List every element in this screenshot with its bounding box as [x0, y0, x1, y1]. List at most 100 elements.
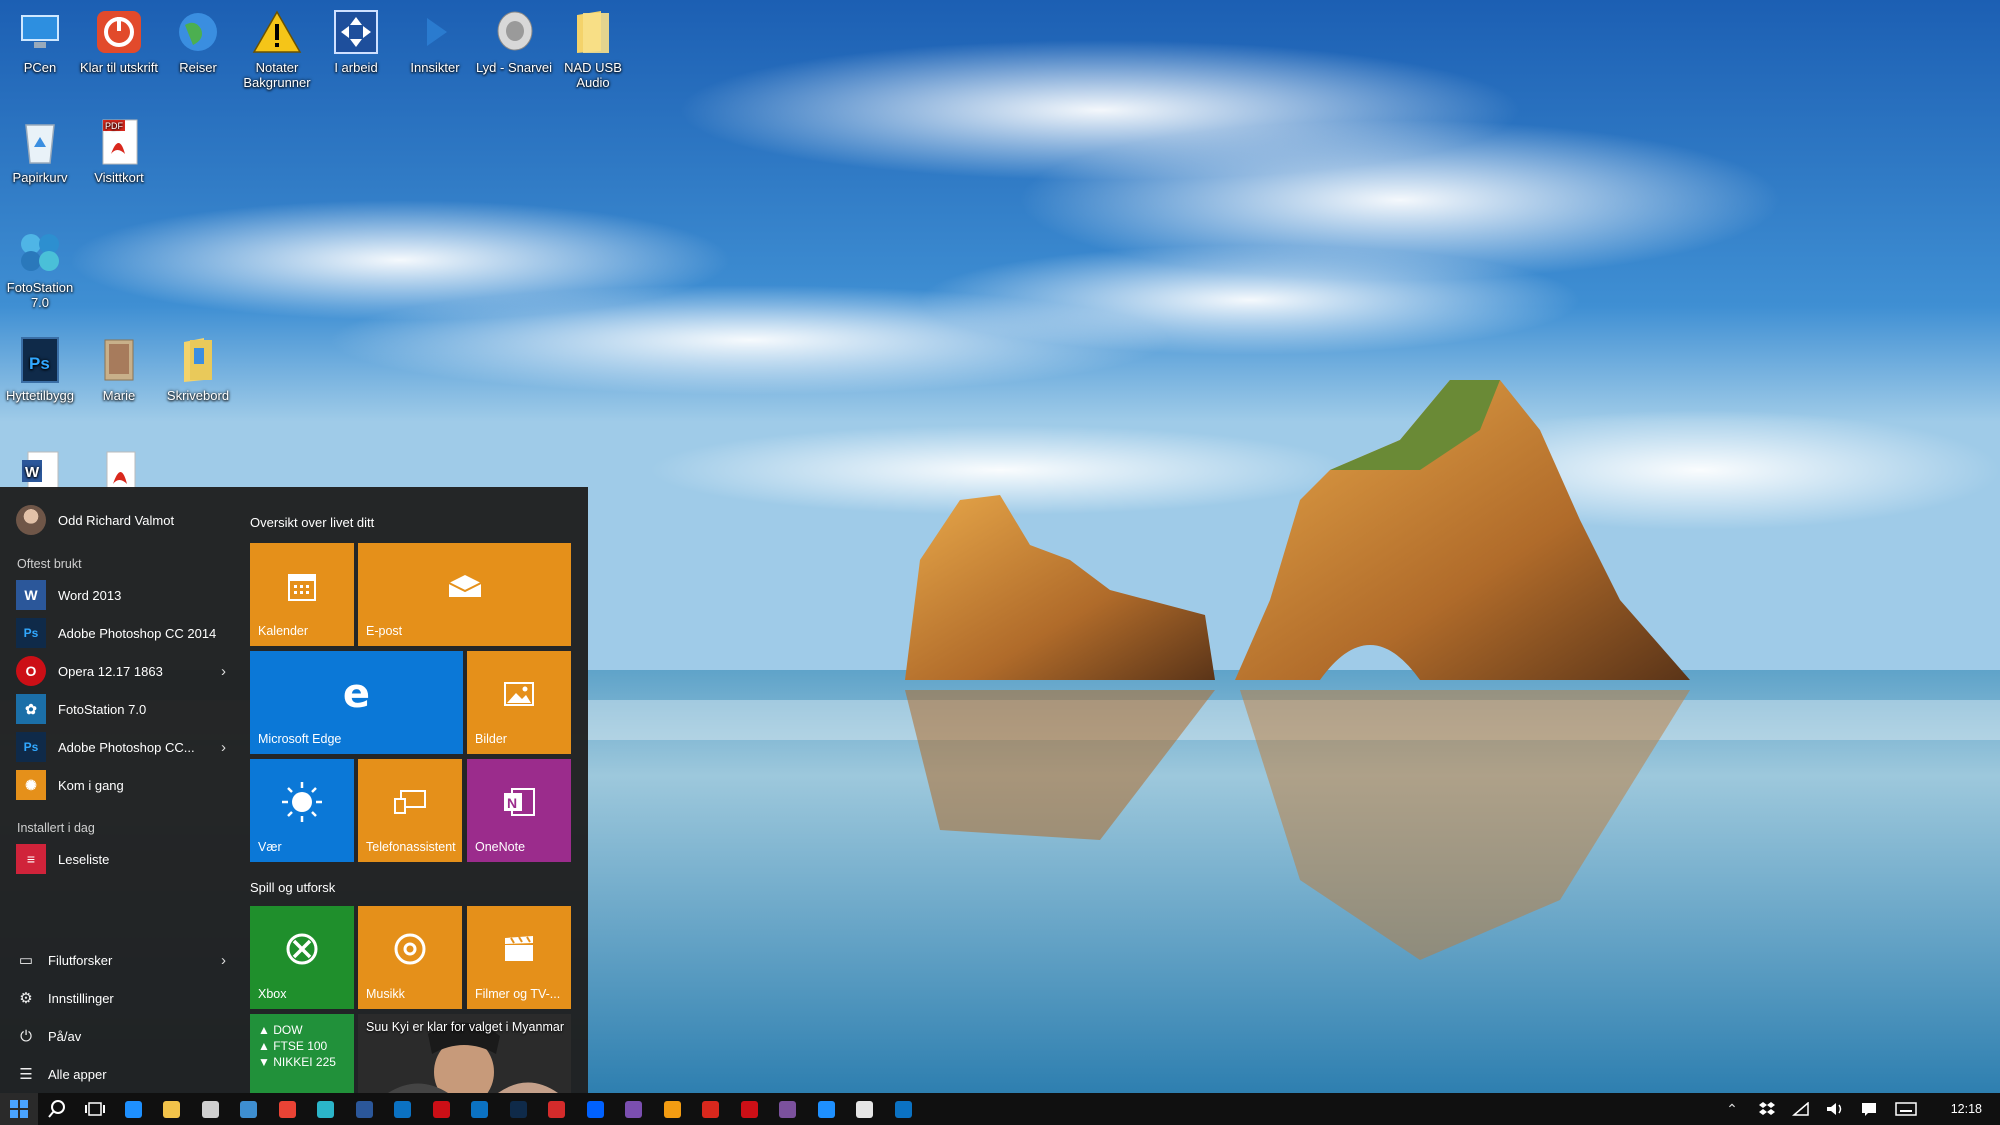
- pinned-app-button[interactable]: [230, 1093, 268, 1125]
- pinned-app-button[interactable]: [307, 1093, 345, 1125]
- tile-mail[interactable]: E-post: [358, 543, 571, 646]
- all-apps-button[interactable]: ☰ Alle apper: [16, 1059, 226, 1089]
- desktop-icon-marie[interactable]: Marie: [79, 336, 159, 403]
- desktop-icon-klar-til-utskrift[interactable]: Klar til utskrift: [79, 8, 159, 75]
- desktop-icon-nad-usb-audio[interactable]: NAD USB Audio: [553, 8, 633, 90]
- app-item-word[interactable]: W Word 2013: [16, 579, 226, 611]
- desktop-icon-notater-bakgrunner[interactable]: Notater Bakgrunner: [237, 8, 317, 90]
- desktop-icon-label: Innsikter: [410, 60, 460, 75]
- desktop-icon-papirkurv[interactable]: Papirkurv: [0, 118, 80, 185]
- desktop-icon-label: Papirkurv: [12, 170, 68, 185]
- pinned-app-button[interactable]: [769, 1093, 807, 1125]
- desktop-icon-fotostation[interactable]: FotoStation 7.0: [0, 228, 80, 310]
- file-explorer-icon: ▭: [18, 952, 34, 969]
- pinned-app-button[interactable]: [114, 1093, 152, 1125]
- app-icon: [355, 1100, 373, 1118]
- task-view-button[interactable]: [76, 1093, 114, 1125]
- pinned-app-button[interactable]: [345, 1093, 383, 1125]
- desktop-icon-skrivebord[interactable]: Skrivebord: [158, 336, 238, 403]
- tile-money[interactable]: ▲ DOW ▲ FTSE 100 ▼ NIKKEI 225: [250, 1014, 354, 1093]
- tile-label: Musikk: [366, 987, 405, 1001]
- installed-today-heading: Installert i dag: [17, 821, 95, 835]
- pinned-app-button[interactable]: [384, 1093, 422, 1125]
- stock-ticker: ▲ FTSE 100: [258, 1039, 328, 1053]
- desktop-icon-pcen[interactable]: PCen: [0, 8, 80, 75]
- chevron-right-icon[interactable]: ›: [221, 663, 226, 680]
- user-account[interactable]: Odd Richard Valmot: [16, 505, 174, 535]
- app-icon: [240, 1100, 257, 1118]
- app-label: Leseliste: [58, 851, 110, 867]
- settings-icon: ⚙: [19, 990, 33, 1007]
- tile-music[interactable]: Musikk: [358, 906, 462, 1009]
- clock[interactable]: 12:18: [1951, 1093, 1982, 1125]
- tile-label: Kalender: [258, 624, 309, 638]
- app-icon: [817, 1100, 835, 1118]
- desktop-icon-lyd-snarvei[interactable]: Lyd - Snarvei: [474, 8, 554, 75]
- app-icon: [548, 1100, 565, 1118]
- action-center-icon[interactable]: [1852, 1093, 1886, 1125]
- tile-onenote[interactable]: N OneNote: [467, 759, 571, 862]
- app-icon: [779, 1100, 796, 1118]
- desktop-icon-i-arbeid[interactable]: I arbeid: [316, 8, 396, 75]
- tile-phone-companion[interactable]: Telefonassistent: [358, 759, 462, 862]
- pinned-app-button[interactable]: [268, 1093, 306, 1125]
- pinned-app-button[interactable]: [730, 1093, 768, 1125]
- tile-photos[interactable]: Bilder: [467, 651, 571, 754]
- app-item-photoshop-cc[interactable]: Ps Adobe Photoshop CC... ›: [16, 731, 226, 763]
- chevron-right-icon[interactable]: ›: [221, 739, 226, 756]
- desktop-icon-hyttetilbygg[interactable]: Ps Hyttetilbygg: [0, 336, 80, 403]
- pinned-app-button[interactable]: [653, 1093, 691, 1125]
- app-item-photoshop[interactable]: Ps Adobe Photoshop CC 2014: [16, 617, 226, 649]
- pinned-app-button[interactable]: [846, 1093, 884, 1125]
- pinned-app-button[interactable]: [461, 1093, 499, 1125]
- tile-label: Filmer og TV-...: [475, 987, 561, 1001]
- tile-microsoft-edge[interactable]: e Microsoft Edge: [250, 651, 463, 754]
- settings-button[interactable]: ⚙ Innstillinger: [16, 983, 226, 1013]
- pinned-app-button[interactable]: [576, 1093, 614, 1125]
- pinned-app-button[interactable]: [499, 1093, 537, 1125]
- pinned-app-button[interactable]: [538, 1093, 576, 1125]
- app-item-kom-i-gang[interactable]: ✺ Kom i gang: [16, 769, 226, 801]
- tile-movies-tv[interactable]: Filmer og TV-...: [467, 906, 571, 1009]
- tile-weather[interactable]: Vær: [250, 759, 354, 862]
- pinned-app-button[interactable]: [692, 1093, 730, 1125]
- avatar: [16, 505, 46, 535]
- dropbox-tray-icon[interactable]: [1750, 1093, 1784, 1125]
- network-icon[interactable]: [1784, 1093, 1818, 1125]
- recycle-bin-icon: [14, 118, 66, 166]
- pinned-app-button[interactable]: [884, 1093, 922, 1125]
- pinned-app-button[interactable]: [615, 1093, 653, 1125]
- lightbulb-icon: ✺: [16, 770, 46, 800]
- volume-icon[interactable]: [1818, 1093, 1852, 1125]
- tile-label: Bilder: [475, 732, 507, 746]
- system-label: På/av: [48, 1028, 82, 1044]
- tile-news[interactable]: Suu Kyi er klar for valget i Myanmar: [358, 1014, 571, 1093]
- app-item-fotostation[interactable]: ✿ FotoStation 7.0: [16, 693, 226, 725]
- pinned-app-button[interactable]: [153, 1093, 191, 1125]
- start-button[interactable]: [0, 1093, 38, 1125]
- power-button[interactable]: ⏻ På/av: [16, 1021, 226, 1051]
- pinned-app-button[interactable]: [807, 1093, 845, 1125]
- app-icon: [278, 1100, 296, 1118]
- taskbar: ⌃ 12:18: [0, 1093, 2000, 1125]
- desktop-icon-label: NAD USB Audio: [564, 60, 622, 90]
- keyboard-icon[interactable]: [1886, 1093, 1926, 1125]
- app-item-leseliste[interactable]: ≡ Leseliste: [16, 843, 226, 875]
- desktop-icon-reiser[interactable]: Reiser: [158, 8, 238, 75]
- app-item-opera[interactable]: O Opera 12.17 1863 ›: [16, 655, 226, 687]
- search-button[interactable]: [38, 1093, 76, 1125]
- tile-xbox[interactable]: Xbox: [250, 906, 354, 1009]
- pinned-app-button[interactable]: [422, 1093, 460, 1125]
- desktop-icon-visittkort[interactable]: PDF Visittkort: [79, 118, 159, 185]
- pinned-app-button[interactable]: [191, 1093, 229, 1125]
- file-explorer-button[interactable]: ▭ Filutforsker ›: [16, 945, 226, 975]
- desktop-icon-innsikter[interactable]: Innsikter: [395, 8, 475, 75]
- tile-group-title: Oversikt over livet ditt: [250, 515, 375, 530]
- mail-icon: [358, 543, 571, 628]
- chevron-right-icon[interactable]: ›: [221, 952, 226, 969]
- all-apps-icon: ☰: [19, 1066, 33, 1083]
- show-hidden-icons-button[interactable]: ⌃: [1714, 1093, 1750, 1125]
- tile-calendar[interactable]: Kalender: [250, 543, 354, 646]
- app-label: Kom i gang: [58, 777, 124, 793]
- desktop-icon-label: Klar til utskrift: [79, 60, 158, 75]
